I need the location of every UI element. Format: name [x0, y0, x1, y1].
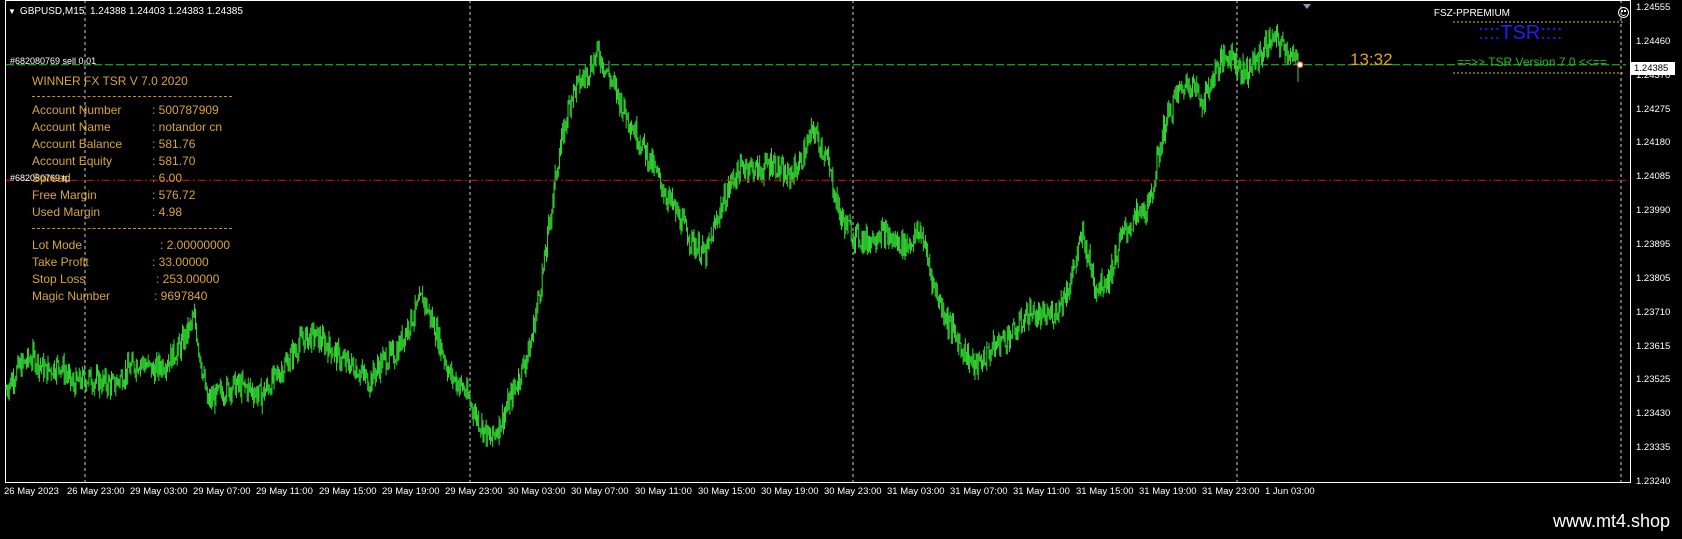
- time-tick-label: 30 May 15:00: [698, 486, 756, 497]
- time-tick-label: 26 May 23:00: [67, 486, 125, 497]
- watermark-text: www.mt4.shop: [1552, 511, 1670, 531]
- price-tick-label: 1.23615: [1636, 340, 1671, 352]
- footer-bar: www.mt4.shop: [0, 504, 1682, 539]
- time-tick-label: 29 May 03:00: [130, 486, 188, 497]
- time-tick-label: 29 May 15:00: [319, 486, 377, 497]
- chart-window[interactable]: ▼ GBPUSD,M15 1.24388 1.24403 1.24383 1.24…: [0, 0, 1682, 504]
- price-tick-label: 1.23430: [1636, 408, 1671, 420]
- candles: [5, 24, 1299, 448]
- time-tick-label: 31 May 11:00: [1013, 486, 1070, 497]
- time-tick-label: 1 Jun 03:00: [1265, 486, 1315, 497]
- time-tick-label: 31 May 23:00: [1202, 486, 1260, 497]
- time-tick-label: 31 May 07:00: [950, 486, 1008, 497]
- symbol-header: ▼ GBPUSD,M15 1.24388 1.24403 1.24383 1.24…: [8, 6, 243, 17]
- panel-separator: [32, 96, 232, 97]
- chart-frame: [5, 0, 1631, 483]
- price-tick-label: 1.24555: [1636, 2, 1671, 13]
- price-tick-label: 1.23895: [1636, 239, 1671, 250]
- time-tick-label: 31 May 03:00: [887, 486, 945, 497]
- expert-smiley-icon: [1618, 7, 1629, 18]
- current-price-tag: 1.24385: [1631, 62, 1675, 75]
- time-tick-label: 29 May 11:00: [256, 486, 313, 497]
- price-tick-label: 1.23710: [1636, 306, 1671, 318]
- price-tick-label: 1.24275: [1636, 103, 1671, 115]
- tsr-version: ==>> TSR Version 7.0 <<==: [1457, 55, 1607, 69]
- time-tick-label: 31 May 15:00: [1076, 486, 1134, 497]
- candle-countdown: 13:32: [1350, 50, 1393, 69]
- time-tick-label: 30 May 19:00: [761, 486, 819, 497]
- tsr-title: ::::TSR::::: [1478, 22, 1563, 44]
- price-tick-label: 1.23240: [1636, 476, 1671, 487]
- price-tick-label: 1.24180: [1636, 137, 1671, 149]
- current-price-marker: [1296, 61, 1304, 69]
- price-tick-label: 1.24085: [1636, 171, 1671, 183]
- symbol-name: GBPUSD,M15: [19, 6, 85, 17]
- price-tick-label: 1.23990: [1636, 205, 1671, 217]
- time-tick-label: 30 May 07:00: [571, 486, 629, 497]
- time-tick-label: 31 May 19:00: [1139, 486, 1197, 497]
- time-tick-label: 30 May 11:00: [635, 486, 692, 497]
- time-tick-label: 30 May 23:00: [824, 486, 882, 497]
- price-chart[interactable]: [0, 0, 1631, 483]
- time-tick-label: 29 May 07:00: [193, 486, 251, 497]
- time-tick-label: 29 May 23:00: [445, 486, 503, 497]
- price-tick-label: 1.23525: [1636, 374, 1671, 386]
- dropdown-triangle-icon[interactable]: ▼: [8, 7, 16, 16]
- time-axis[interactable]: 26 May 2023 26 May 23:00 29 May 03:00 29 Ma…: [0, 483, 1631, 504]
- price-tick-label: 1.23335: [1636, 442, 1671, 454]
- order-sell-label[interactable]: #682080769 sell 0.01: [10, 56, 96, 66]
- time-tick-label: 29 May 19:00: [382, 486, 440, 497]
- time-tick-label: 30 May 03:00: [508, 486, 566, 497]
- ohlc-values: 1.24388 1.24403 1.24383 1.24385: [89, 6, 243, 17]
- indicator-label: FSZ-PPREMIUM: [1433, 8, 1510, 19]
- order-levels: [6, 4, 1626, 181]
- price-tick-label: 1.23805: [1636, 272, 1671, 284]
- time-gridlines: [5, 0, 1631, 483]
- shift-marker-icon: [1303, 4, 1311, 9]
- panel-title: WINNER FX TSR V 7.0 2020: [32, 74, 188, 88]
- panel-separator: [32, 228, 232, 229]
- price-tick-label: 1.24460: [1636, 35, 1671, 47]
- time-tick-label: 26 May 2023: [4, 486, 59, 497]
